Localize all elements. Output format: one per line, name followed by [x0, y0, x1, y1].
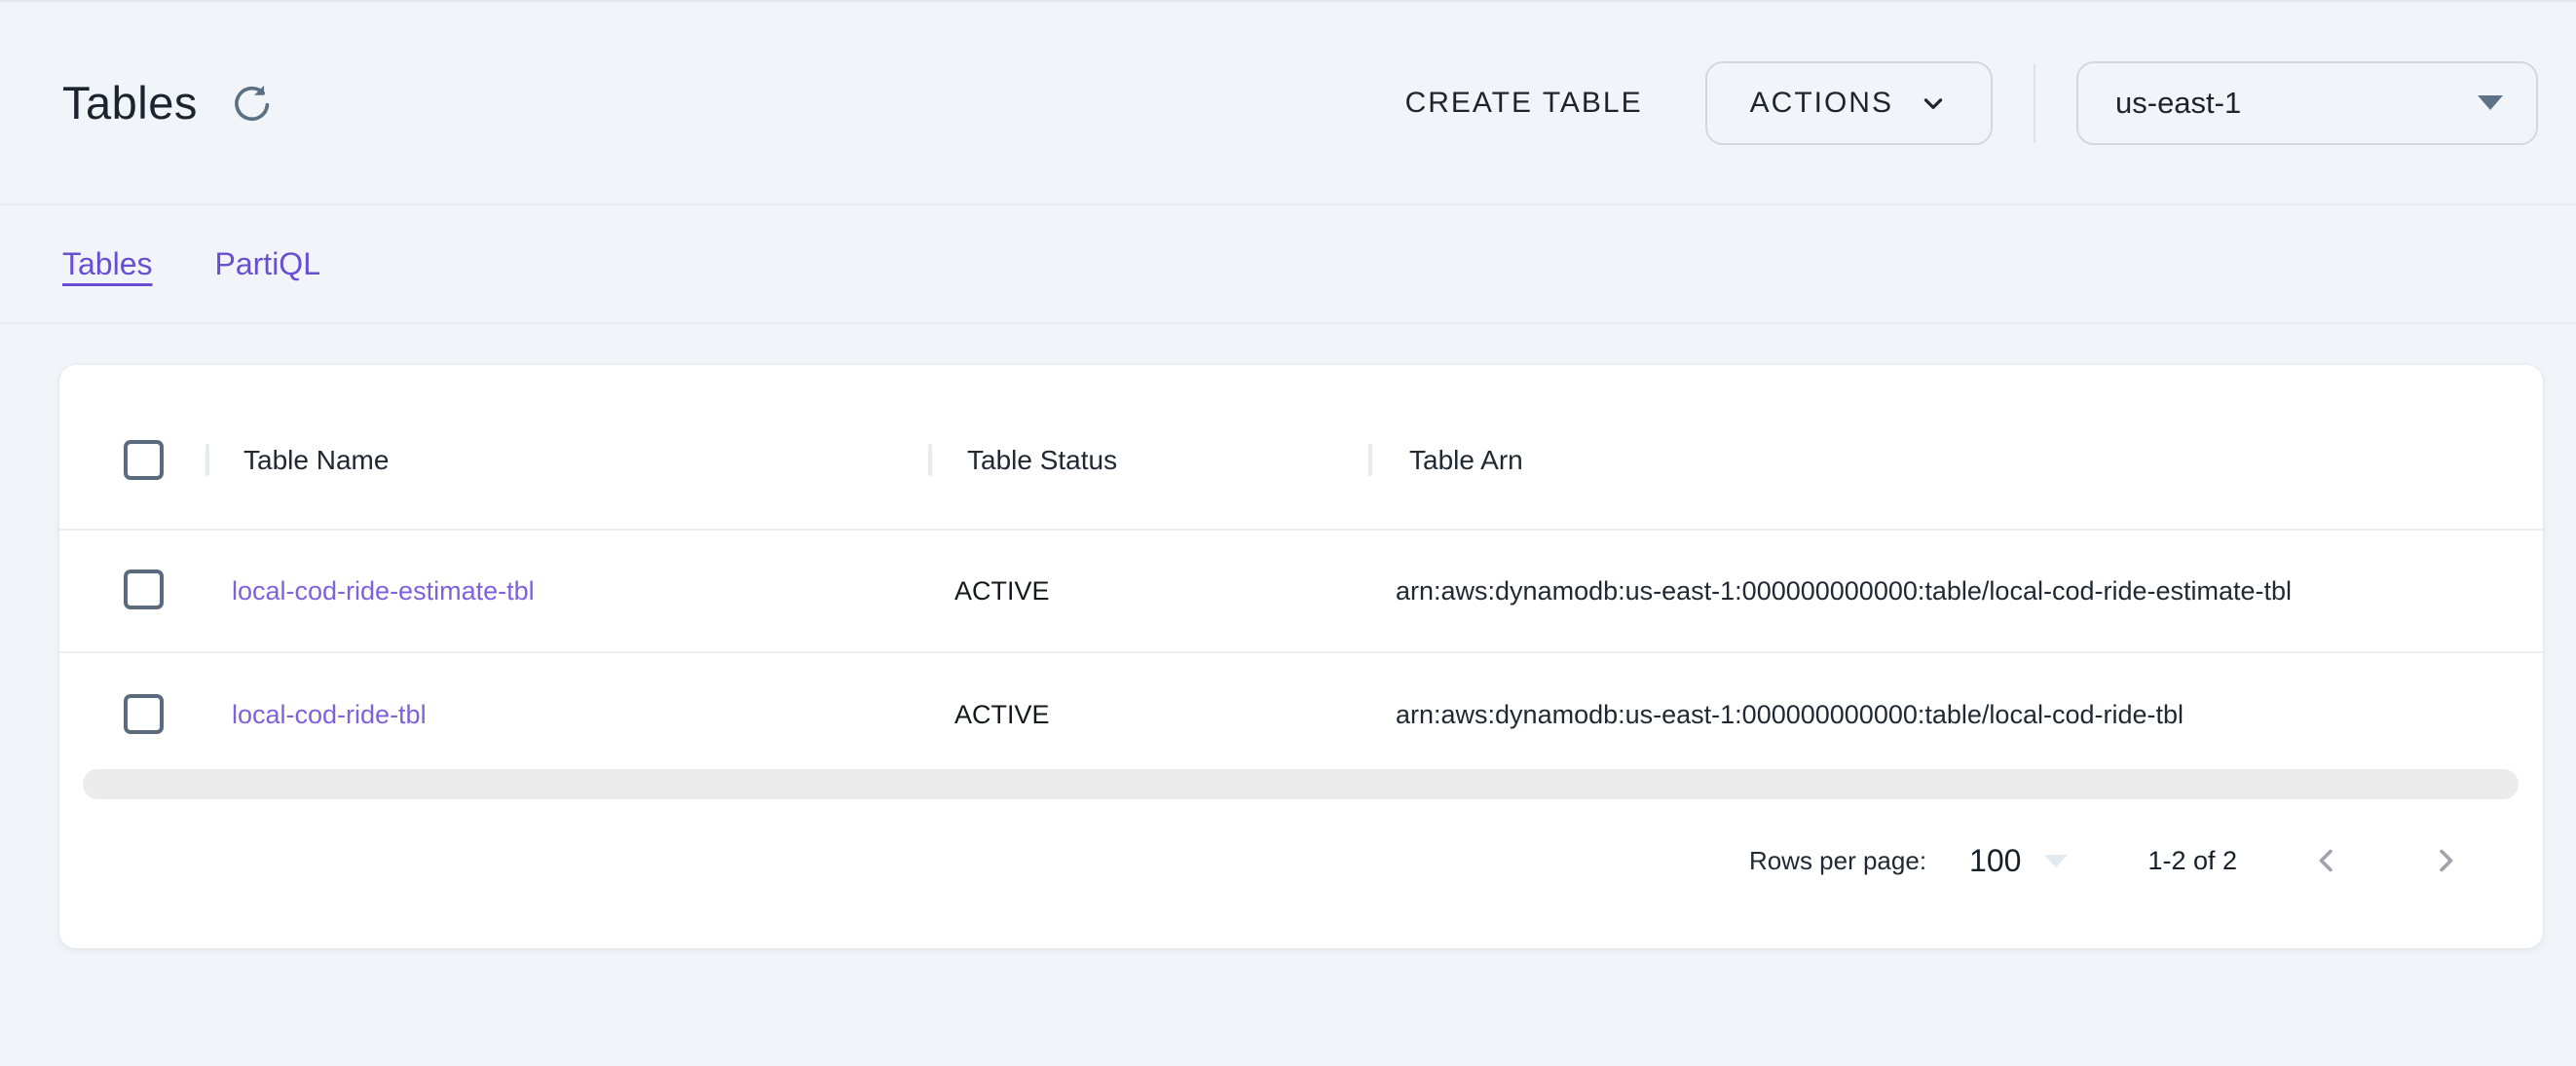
- tab-bar: Tables PartiQL: [0, 205, 2576, 324]
- horizontal-scrollbar[interactable]: [83, 769, 2519, 799]
- refresh-icon: [232, 83, 273, 124]
- refresh-button[interactable]: [231, 82, 274, 125]
- page-range-label: 1-2 of 2: [2147, 846, 2237, 876]
- chevron-right-icon: [2427, 842, 2464, 879]
- title-area: Tables: [62, 2, 274, 203]
- rows-per-page-select[interactable]: 100: [1965, 837, 2072, 885]
- create-table-button[interactable]: CREATE TABLE: [1382, 69, 1666, 137]
- region-select-value: us-east-1: [2115, 86, 2241, 121]
- table-row: local-cod-ride-estimate-tbl ACTIVE arn:a…: [59, 531, 2543, 653]
- next-page-button[interactable]: [2416, 831, 2475, 890]
- previous-page-button[interactable]: [2297, 831, 2356, 890]
- column-header-table-arn: Table Arn: [1409, 445, 1523, 476]
- column-resize-handle: [205, 444, 209, 476]
- table-name-link[interactable]: local-cod-ride-estimate-tbl: [232, 576, 535, 607]
- table-arn-value: arn:aws:dynamodb:us-east-1:000000000000:…: [1396, 700, 2184, 730]
- column-resize-handle: [1368, 444, 1372, 476]
- tab-partiql[interactable]: PartiQL: [215, 246, 320, 282]
- dropdown-arrow-icon: [2478, 95, 2503, 110]
- table-header-row: Table Name Table Status Table Arn: [59, 365, 2543, 531]
- chevron-left-icon: [2308, 842, 2345, 879]
- select-all-checkbox[interactable]: [124, 440, 164, 480]
- table-name-link[interactable]: local-cod-ride-tbl: [232, 700, 427, 730]
- column-resize-handle: [928, 444, 932, 476]
- pagination-bar: Rows per page: 100 1-2 of 2: [59, 825, 2543, 897]
- header-actions: CREATE TABLE ACTIONS us-east-1: [1382, 2, 2538, 203]
- rows-per-page-value: 100: [1969, 843, 2021, 879]
- actions-button-label: ACTIONS: [1750, 87, 1893, 120]
- column-header-table-name: Table Name: [243, 445, 389, 476]
- dropdown-arrow-icon: [2044, 855, 2068, 867]
- tables-card: Table Name Table Status Table Arn local-…: [59, 365, 2543, 948]
- header-vertical-divider: [2034, 63, 2035, 143]
- table-row: local-cod-ride-tbl ACTIVE arn:aws:dynamo…: [59, 653, 2543, 772]
- row-checkbox[interactable]: [124, 570, 164, 609]
- table-arn-value: arn:aws:dynamodb:us-east-1:000000000000:…: [1396, 576, 2292, 607]
- column-header-table-status: Table Status: [967, 445, 1117, 476]
- page-title: Tables: [62, 76, 198, 129]
- chevron-down-icon: [1919, 89, 1948, 118]
- tab-tables[interactable]: Tables: [62, 246, 153, 282]
- page-header: Tables CREATE TABLE ACTIONS us-east-1: [0, 0, 2576, 205]
- region-select[interactable]: us-east-1: [2076, 61, 2538, 145]
- table-status-value: ACTIVE: [954, 700, 1050, 730]
- row-checkbox[interactable]: [124, 694, 164, 734]
- rows-per-page-label: Rows per page:: [1749, 846, 1926, 876]
- table-status-value: ACTIVE: [954, 576, 1050, 607]
- actions-button[interactable]: ACTIONS: [1705, 61, 1993, 145]
